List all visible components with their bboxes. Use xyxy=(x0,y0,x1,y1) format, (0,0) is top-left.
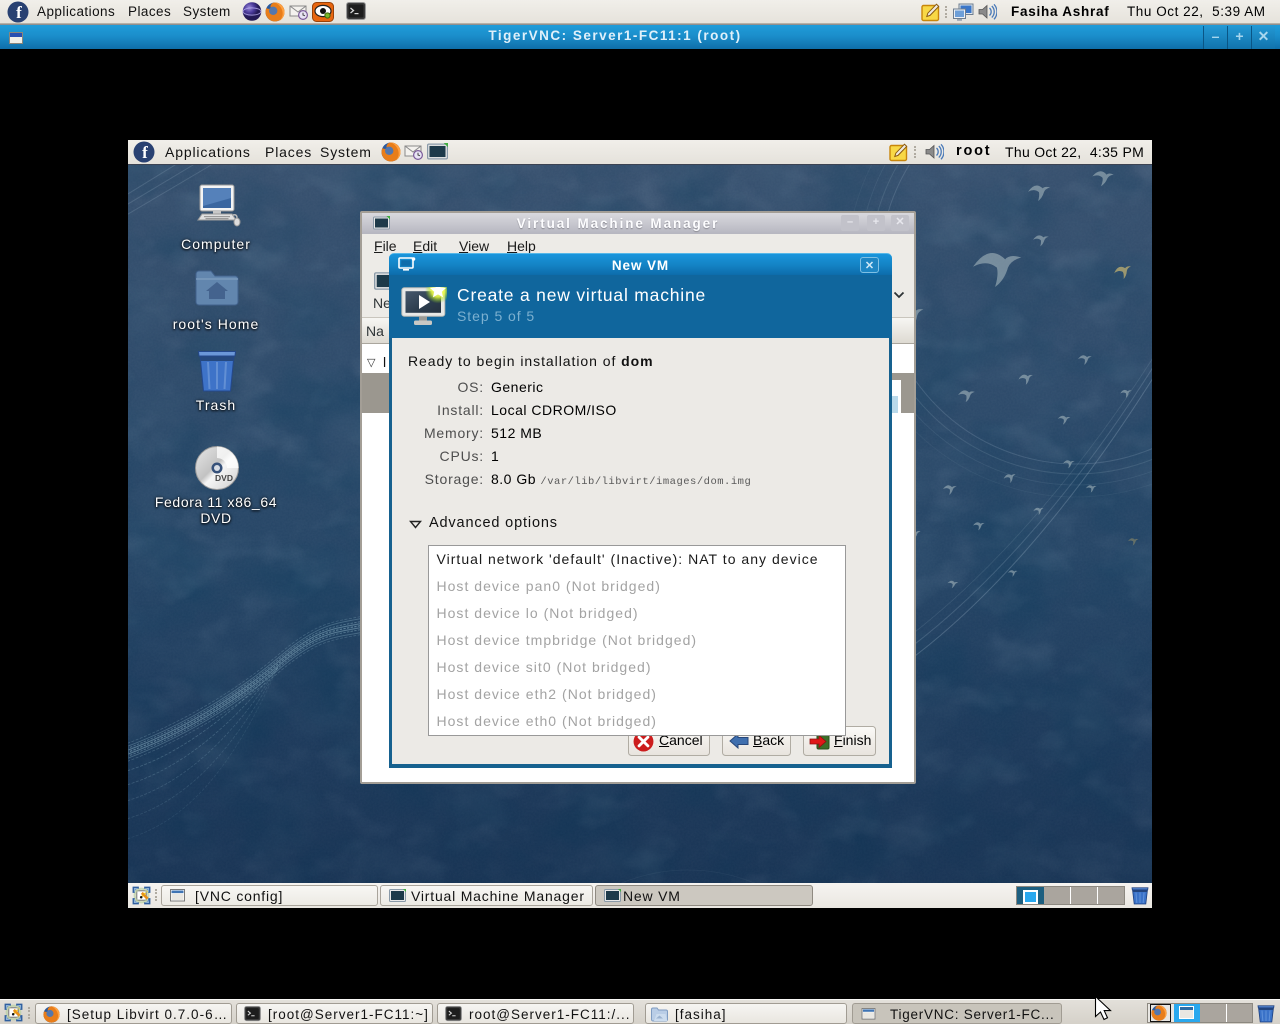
svg-text:DVD: DVD xyxy=(215,473,233,483)
svg-text:f: f xyxy=(16,3,22,22)
svg-text:f: f xyxy=(142,143,148,162)
